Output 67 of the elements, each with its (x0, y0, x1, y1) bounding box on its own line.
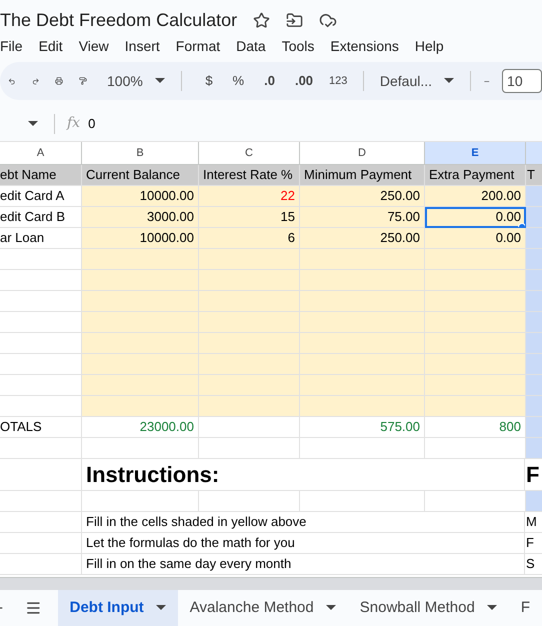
column-header[interactable]: E (425, 142, 526, 165)
column-heading: ebt Name (0, 165, 82, 186)
caret-icon (444, 78, 454, 84)
table-cell: 10000.00 (82, 186, 199, 207)
table-cell: Let the formulas do the math for you (82, 533, 525, 554)
font-size-field[interactable]: 10 (502, 69, 542, 93)
menu-item[interactable]: Tools (282, 36, 314, 56)
menu-item[interactable]: Extensions (330, 36, 399, 56)
table-cell: 200.00 (425, 186, 526, 207)
folder-icon[interactable] (286, 12, 304, 28)
formula-field[interactable]: 0 (88, 114, 542, 134)
sheet-tab[interactable]: F (508, 590, 542, 626)
column-header[interactable]: A (0, 142, 82, 165)
font-dropdown[interactable]: Defaul... (376, 70, 458, 92)
menu-item[interactable]: View (78, 36, 109, 56)
menu-item[interactable]: Insert (124, 36, 160, 56)
table-cell: 0.00 (425, 228, 526, 249)
table-cell: M (525, 512, 542, 533)
column-heading: Interest Rate % (199, 165, 300, 186)
sheet-tab[interactable]: Debt Input (58, 590, 178, 626)
sheet-tab[interactable]: Avalanche Method (178, 590, 348, 626)
percent-button[interactable]: % (224, 71, 252, 91)
table-cell: F (525, 533, 542, 554)
table-cell: 15 (199, 207, 300, 228)
sheet-tab[interactable]: Snowball Method (348, 590, 509, 626)
table-cell: Fill in on the same day every month (82, 554, 525, 575)
number-format-button[interactable]: 123 (325, 72, 352, 90)
caret-icon (326, 605, 336, 611)
menu-item[interactable]: Format (176, 36, 220, 56)
table-cell: 22 (199, 186, 300, 207)
menu-item[interactable]: File (0, 36, 23, 56)
decrease-decimal-button[interactable]: .0 (256, 71, 283, 91)
column-header[interactable]: B (82, 142, 199, 165)
zoom-dropdown[interactable]: 100% (107, 70, 165, 92)
star-icon[interactable] (253, 12, 270, 28)
caret-icon (154, 78, 165, 84)
menu-item[interactable]: Data (236, 36, 266, 56)
document-title[interactable]: The Debt Freedom Calculator (0, 6, 238, 34)
table-cell: S (525, 554, 542, 575)
table-cell: 6 (199, 228, 300, 249)
table-cell: Fill in the cells shaded in yellow above (82, 512, 525, 533)
currency-button[interactable]: $ (197, 71, 221, 91)
column-heading: Minimum Payment (300, 165, 425, 186)
caret-icon (156, 605, 166, 611)
column-heading: T (526, 165, 542, 186)
horizontal-scrollbar[interactable] (0, 577, 542, 590)
column-header[interactable]: C (199, 142, 300, 165)
table-cell: 23000.00 (82, 417, 199, 438)
column-heading: Current Balance (82, 165, 199, 186)
column-heading: Extra Payment (425, 165, 526, 186)
function-label: fx (67, 114, 80, 133)
caret-icon (28, 120, 38, 126)
menu-item[interactable]: Edit (38, 36, 63, 56)
section-heading: Instructions: (82, 459, 525, 491)
table-cell: 250.00 (300, 186, 425, 207)
table-cell: 3000.00 (82, 207, 199, 228)
increase-decimal-button[interactable]: .00 (286, 71, 322, 91)
cloud-check-icon[interactable] (319, 11, 338, 29)
table-cell: 575.00 (300, 417, 425, 438)
caret-icon (486, 605, 497, 611)
menu-item[interactable]: Help (414, 36, 444, 56)
table-cell: 10000.00 (82, 228, 199, 249)
column-header[interactable]: D (300, 142, 425, 165)
table-cell: 250.00 (300, 228, 425, 249)
table-cell: 0.00 (425, 207, 526, 228)
table-cell: OTALS (0, 417, 82, 438)
table-cell: 75.00 (300, 207, 425, 228)
